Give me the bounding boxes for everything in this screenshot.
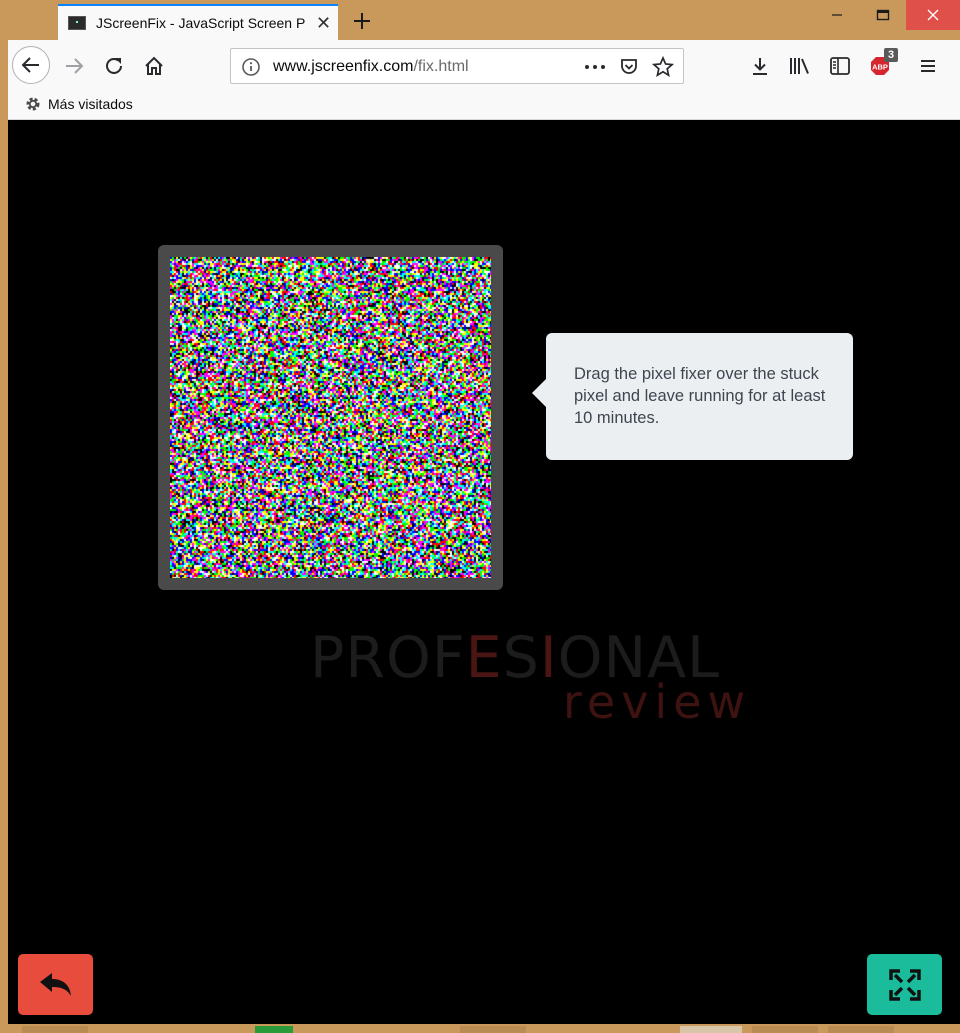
watermark-accent: E <box>466 625 503 691</box>
monitor-icon <box>68 16 86 30</box>
menu-button[interactable] <box>914 52 942 80</box>
maximize-icon <box>876 9 890 21</box>
home-icon <box>143 55 165 77</box>
info-icon[interactable] <box>241 57 261 77</box>
url-path: /fix.html <box>413 58 468 75</box>
taskbar-item[interactable] <box>752 1026 818 1033</box>
url-input[interactable]: www.jscreenfix.com/fix.html <box>273 58 573 76</box>
page-actions-button[interactable] <box>583 55 607 79</box>
tab-strip: JScreenFix - JavaScript Screen P ✕ <box>8 0 960 40</box>
page-content: Drag the pixel fixer over the stuck pixe… <box>8 120 960 1024</box>
pocket-button[interactable] <box>617 55 641 79</box>
taskbar-item[interactable] <box>460 1026 526 1033</box>
taskbar-item[interactable] <box>255 1026 293 1033</box>
watermark-part: S <box>503 625 540 691</box>
home-button[interactable] <box>140 52 168 80</box>
adblock-count-badge: 3 <box>884 48 898 62</box>
gear-icon <box>24 95 42 113</box>
download-icon <box>749 55 771 77</box>
url-bar[interactable]: www.jscreenfix.com/fix.html <box>230 48 684 84</box>
maximize-button[interactable] <box>860 0 906 30</box>
close-window-button[interactable] <box>906 0 960 30</box>
sidebar-icon <box>829 56 851 76</box>
url-domain: www.jscreenfix.com <box>273 58 413 75</box>
plus-icon <box>352 11 372 31</box>
tab-title: JScreenFix - JavaScript Screen P <box>96 15 310 31</box>
arrow-right-icon <box>63 55 85 77</box>
star-icon <box>652 56 674 78</box>
close-icon <box>927 9 939 21</box>
sidebar-button[interactable] <box>826 52 854 80</box>
forward-button[interactable] <box>60 52 88 80</box>
downloads-button[interactable] <box>746 52 774 80</box>
bookmark-label: Más visitados <box>48 96 133 112</box>
reload-button[interactable] <box>100 52 128 80</box>
close-tab-icon[interactable]: ✕ <box>316 14 331 32</box>
back-button[interactable] <box>12 46 50 84</box>
svg-text:ABP: ABP <box>872 63 888 72</box>
bookmarks-toolbar: Más visitados <box>8 92 960 120</box>
back-to-site-button[interactable] <box>18 954 93 1015</box>
pixel-fixer-widget[interactable] <box>158 245 503 590</box>
fullscreen-button[interactable] <box>867 954 942 1015</box>
taskbar-strip <box>0 1024 960 1033</box>
taskbar-item[interactable] <box>680 1026 742 1033</box>
window-controls <box>814 0 960 30</box>
more-dots-icon <box>584 64 606 70</box>
reload-icon <box>103 55 125 77</box>
taskbar-item[interactable] <box>828 1026 894 1033</box>
pocket-icon <box>619 57 639 77</box>
tab-jscreenfix[interactable]: JScreenFix - JavaScript Screen P ✕ <box>58 4 338 40</box>
minimize-button[interactable] <box>814 0 860 30</box>
arrow-left-icon <box>20 54 42 76</box>
bookmark-star-button[interactable] <box>651 55 675 79</box>
watermark-accent: I <box>540 625 558 691</box>
library-button[interactable] <box>786 52 814 80</box>
minimize-icon <box>831 9 843 21</box>
watermark-part: PROF <box>310 625 466 691</box>
hamburger-menu-icon <box>919 58 937 74</box>
library-icon <box>788 55 812 77</box>
watermark-logo-bottom: review <box>563 675 751 729</box>
instruction-tooltip: Drag the pixel fixer over the stuck pixe… <box>546 333 853 460</box>
bookmark-most-visited[interactable]: Más visitados <box>24 95 133 113</box>
undo-arrow-icon <box>38 971 74 999</box>
taskbar-item[interactable] <box>22 1026 88 1033</box>
fullscreen-icon <box>888 968 922 1002</box>
navigation-toolbar: www.jscreenfix.com/fix.html ABP 3 <box>8 40 960 92</box>
pixel-fixer-noise[interactable] <box>170 257 491 578</box>
browser-window: JScreenFix - JavaScript Screen P ✕ www.j… <box>8 0 960 1024</box>
new-tab-button[interactable] <box>344 4 380 38</box>
